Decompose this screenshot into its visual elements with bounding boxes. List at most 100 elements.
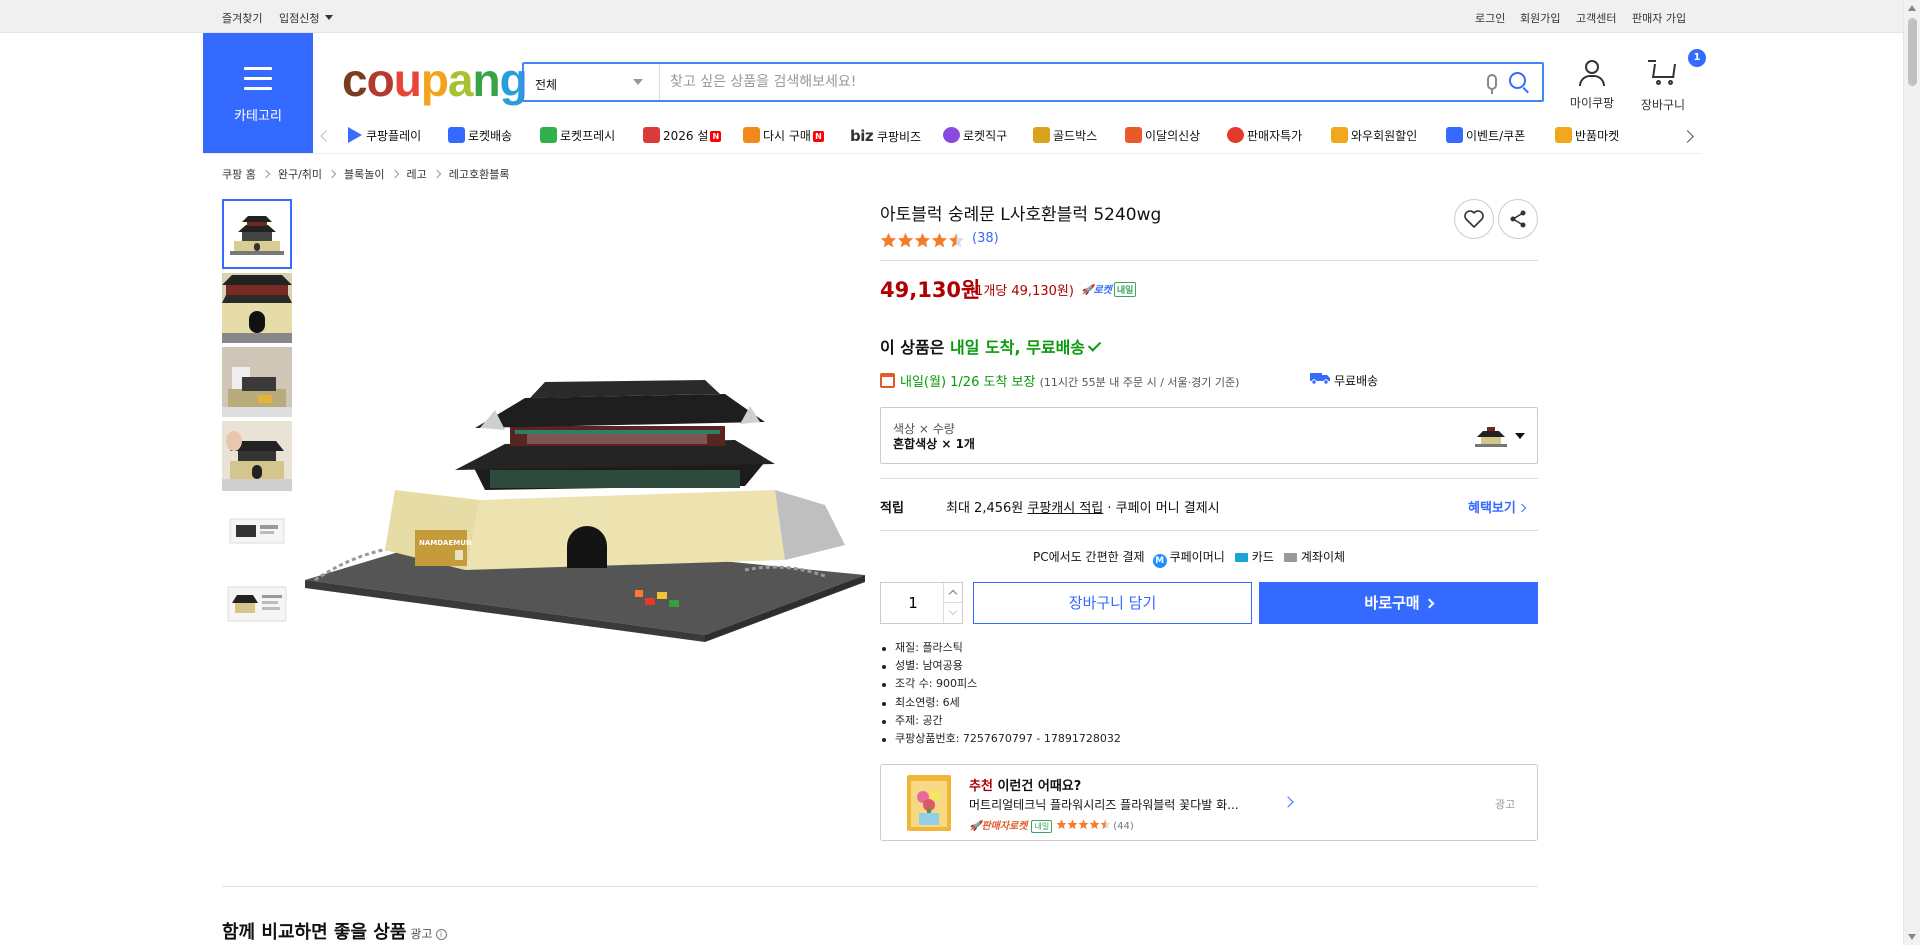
nav-item[interactable]: 판매자특가 (1227, 127, 1302, 144)
main-product-image[interactable]: NAMDAEMUN (305, 330, 865, 660)
option-value: 혼합색상 × 1개 (893, 437, 975, 451)
cart-button[interactable]: 1 장바구니 (1634, 49, 1706, 113)
recommendation-review-count: (44) (1113, 821, 1134, 832)
nav-item[interactable]: 로켓직구 (943, 127, 1007, 144)
search-category-value: 전체 (535, 78, 558, 92)
category-label: 카테고리 (234, 109, 282, 124)
recommendation-product-name[interactable]: 머트리얼테크닉 플라워시리즈 플라워블럭 꽃다발 화... (969, 796, 1239, 813)
recommendation-meta: 🚀판매자로켓 내일 (44) (969, 817, 1134, 833)
nav-item-label: 이달의신상 (1145, 129, 1201, 143)
quantity-down-icon[interactable] (943, 603, 962, 623)
review-count[interactable]: (38) (972, 231, 999, 246)
thumbnail-list (222, 199, 293, 643)
category-menu-button[interactable]: 카테고리 (203, 33, 313, 153)
breadcrumb-item[interactable]: 완구/취미 (278, 168, 322, 181)
quantity-up-icon[interactable] (943, 583, 962, 603)
chevron-right-icon (1517, 503, 1527, 513)
breadcrumb-item[interactable]: 레고호환블록 (449, 168, 510, 181)
spec-item: 최소연령: 6세 (880, 694, 1121, 712)
heart-icon (1464, 210, 1484, 228)
nav-item-label: 로켓직구 (963, 129, 1008, 143)
recommendation-card[interactable]: 추천 이런건 어때요? 머트리얼테크닉 플라워시리즈 플라워블럭 꽃다발 화..… (880, 764, 1538, 841)
bookmark-link[interactable]: 즐겨찾기 (222, 10, 262, 26)
bank-icon (1283, 553, 1297, 562)
nav-item[interactable]: 다시 구매 N (743, 127, 824, 144)
customer-center-link[interactable]: 고객센터 (1576, 10, 1616, 26)
bank-transfer-label: 계좌이체 (1300, 550, 1346, 564)
product-specs: 재질: 플라스틱 성별: 남여공용 조각 수: 900피스 최소연령: 6세 주… (880, 639, 1121, 748)
nav-next-arrow-icon[interactable] (1681, 130, 1694, 143)
rocket-fresh-icon (540, 127, 557, 143)
logo-letter: p (420, 54, 449, 106)
product-thumbnail[interactable] (222, 495, 292, 565)
breadcrumb-item[interactable]: 쿠팡 홈 (222, 168, 256, 181)
nav-item[interactable]: 와우회원할인 (1331, 127, 1417, 144)
logo-letter: u (393, 54, 422, 106)
nav-item[interactable]: biz 쿠팡비즈 (850, 127, 921, 145)
scroll-down-arrow-icon[interactable] (1908, 934, 1916, 940)
cart-label: 장바구니 (1640, 98, 1686, 112)
nav-item[interactable]: 이달의신상 (1125, 127, 1200, 144)
info-icon[interactable]: i (435, 929, 447, 940)
share-button[interactable] (1498, 199, 1538, 239)
nav-item[interactable]: 쿠팡플레이 (348, 127, 421, 144)
quantity-input[interactable] (881, 583, 945, 623)
microphone-icon[interactable] (1487, 74, 1497, 94)
product-thumbnail[interactable] (222, 199, 292, 269)
rocket-delivery-badge: 🚀로켓 내일 (1081, 281, 1137, 297)
breadcrumb-item[interactable]: 블록놀이 (344, 168, 384, 181)
benefit-link[interactable]: 혜택보기 (1468, 497, 1527, 516)
nav-item-label: 다시 구매 (763, 129, 811, 143)
nav-item-label: 2026 설 (663, 129, 709, 143)
top-utility-bar: 즐겨찾기 입점신청 로그인 회원가입 고객센터 판매자 가입 (0, 0, 1903, 33)
card-label: 카드 (1251, 550, 1274, 564)
nav-item[interactable]: 반품마켓 (1555, 127, 1619, 144)
option-select[interactable]: 색상 × 수량 혼합색상 × 1개 (880, 407, 1538, 464)
add-to-cart-button[interactable]: 장바구니 담기 (973, 582, 1252, 624)
payment-methods: PC에서도 간편한 결제 M 쿠페이머니 카드 계좌이체 (1033, 548, 1345, 568)
product-thumbnail[interactable] (222, 273, 292, 343)
product-thumbnail[interactable] (222, 421, 292, 491)
nav-item[interactable]: 2026 설N (643, 127, 722, 144)
gift-icon (643, 127, 660, 143)
cart-count-badge: 1 (1688, 49, 1706, 67)
nav-item[interactable]: 골드박스 (1033, 127, 1097, 144)
caret-down-icon (633, 79, 643, 85)
product-thumbnail[interactable] (222, 569, 292, 639)
search-bar: 전체 (522, 62, 1544, 102)
nav-item-label: 이벤트/쿠폰 (1466, 129, 1526, 143)
nav-item[interactable]: 로켓프레시 (540, 127, 615, 144)
cashback-link[interactable]: 쿠팡캐시 적립 (1027, 501, 1103, 516)
login-link[interactable]: 로그인 (1475, 10, 1505, 26)
search-icon[interactable] (1509, 72, 1526, 89)
hamburger-icon (244, 67, 272, 90)
ad-label: 광고 (410, 927, 433, 941)
nav-item-label: 쿠팡비즈 (876, 130, 922, 144)
nav-item[interactable]: 이벤트/쿠폰 (1446, 127, 1525, 144)
scroll-thumb[interactable] (1908, 18, 1917, 86)
svg-text:NAMDAEMUN: NAMDAEMUN (419, 539, 472, 547)
tomorrow-badge: 내일 (1031, 820, 1053, 833)
my-coupang-button[interactable]: 마이쿠팡 (1564, 58, 1620, 111)
page-scrollbar[interactable] (1903, 0, 1920, 945)
star-icon (897, 232, 914, 248)
star-icon (1100, 819, 1111, 830)
wow-icon (1331, 127, 1348, 143)
breadcrumb-item[interactable]: 레고 (407, 168, 427, 181)
free-shipping-label: 무료배송 (1334, 374, 1379, 388)
buy-now-button[interactable]: 바로구매 (1259, 582, 1538, 624)
scroll-up-arrow-icon[interactable] (1908, 5, 1916, 11)
coupang-logo[interactable]: coupang (342, 54, 528, 106)
seller-apply-link[interactable]: 입점신청 (279, 10, 333, 26)
seller-signup-link[interactable]: 판매자 가입 (1632, 10, 1686, 26)
signup-link[interactable]: 회원가입 (1520, 10, 1560, 26)
product-thumbnail[interactable] (222, 347, 292, 417)
search-category-select[interactable]: 전체 (524, 64, 660, 100)
logo-letter: o (366, 54, 395, 106)
chevron-right-icon (390, 169, 399, 179)
chevron-right-icon[interactable] (1282, 796, 1294, 808)
wishlist-button[interactable] (1454, 199, 1494, 239)
search-input[interactable] (662, 64, 1462, 100)
nav-prev-arrow-icon[interactable] (320, 130, 332, 142)
nav-item[interactable]: 로켓배송 (448, 127, 512, 144)
